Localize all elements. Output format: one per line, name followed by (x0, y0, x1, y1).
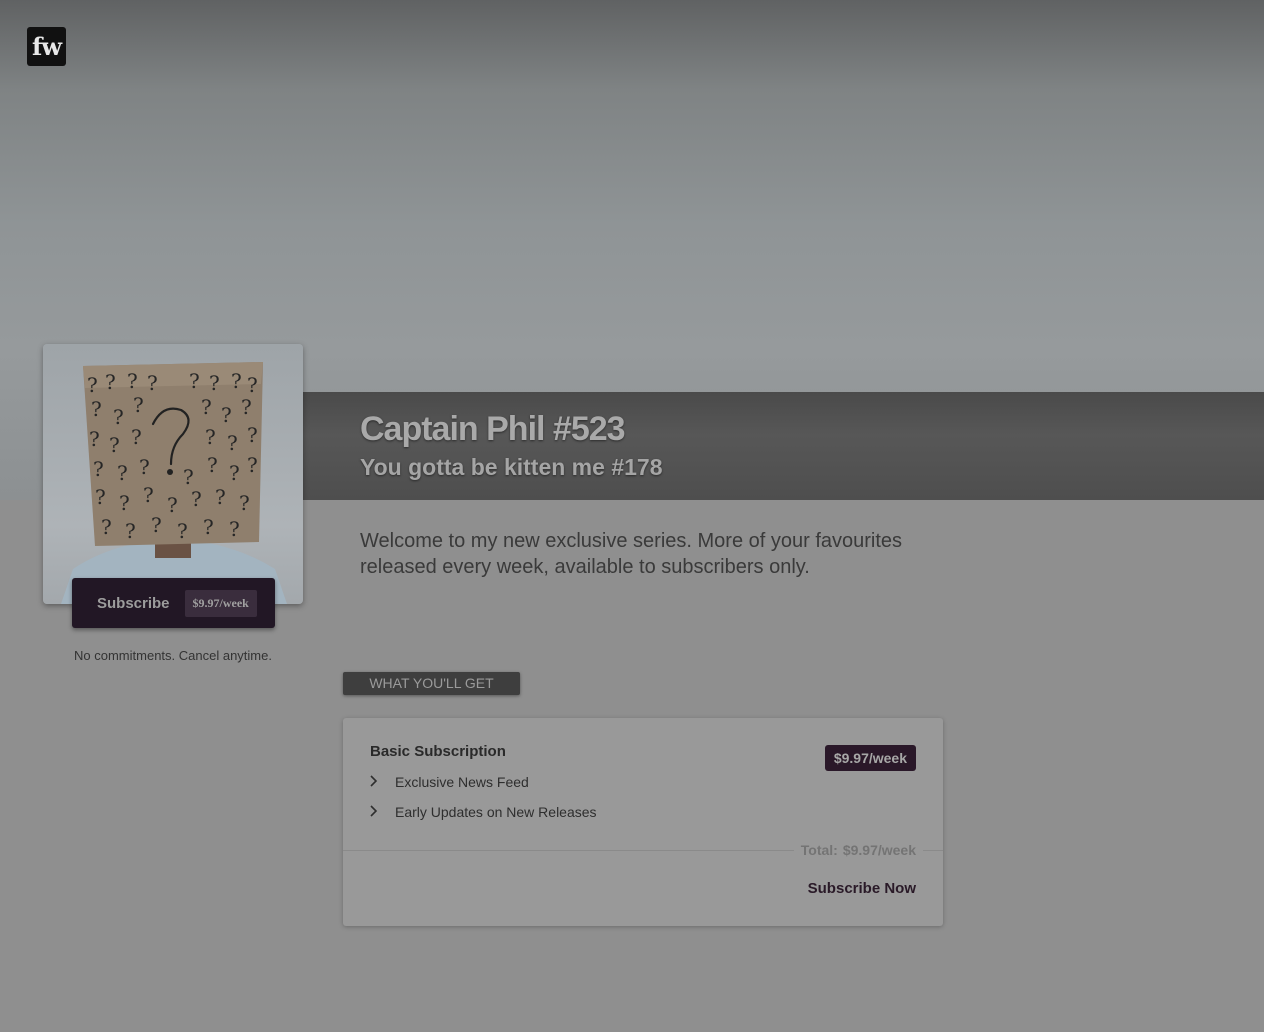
subscription-plan-card: Basic Subscription $9.97/week Exclusive … (343, 718, 943, 926)
welcome-message: Welcome to my new exclusive series. More… (360, 530, 903, 578)
svg-text:?: ? (241, 395, 252, 419)
svg-text:?: ? (105, 370, 116, 394)
no-commitments-note: No commitments. Cancel anytime. (74, 648, 272, 663)
svg-text:?: ? (131, 425, 142, 449)
svg-text:?: ? (91, 397, 102, 421)
subscribe-button[interactable]: Subscribe $9.97/week (72, 578, 275, 628)
plan-total: Total: $9.97/week (793, 842, 923, 858)
svg-text:?: ? (139, 455, 150, 479)
svg-text:?: ? (95, 485, 106, 509)
svg-text:?: ? (239, 491, 250, 515)
svg-text:?: ? (93, 457, 104, 481)
page-title: Captain Phil #523 (360, 410, 626, 448)
chevron-right-icon (370, 774, 395, 790)
subscribe-now-button[interactable]: Subscribe Now (808, 880, 916, 897)
svg-text:?: ? (127, 369, 138, 393)
svg-text:?: ? (119, 491, 130, 515)
total-value: $9.97/week (842, 842, 916, 858)
plan-feature-label: Early Updates on New Releases (395, 804, 597, 820)
svg-text:?: ? (125, 519, 136, 543)
svg-text:?: ? (143, 483, 154, 507)
plan-feature: Early Updates on New Releases (370, 804, 597, 820)
svg-text:?: ? (247, 373, 258, 397)
total-label: Total: (800, 842, 838, 858)
svg-text:?: ? (201, 395, 212, 419)
svg-text:?: ? (215, 485, 226, 509)
page-subtitle: You gotta be kitten me #178 (360, 454, 663, 480)
svg-text:?: ? (113, 405, 124, 429)
svg-text:?: ? (229, 461, 240, 485)
svg-text:?: ? (133, 393, 144, 417)
svg-text:?: ? (109, 433, 120, 457)
svg-text:?: ? (191, 487, 202, 511)
svg-text:?: ? (209, 371, 220, 395)
plan-name: Basic Subscription (370, 743, 506, 760)
svg-text:?: ? (177, 519, 188, 543)
svg-text:?: ? (203, 515, 214, 539)
svg-text:?: ? (189, 369, 200, 393)
subscribe-price-badge: $9.97/week (184, 589, 257, 617)
paper-bag-head-illustration: ??? ??? ?? ??? ??? ??? ??? ??? ???? ??? … (61, 362, 287, 604)
svg-text:?: ? (205, 425, 216, 449)
svg-text:?: ? (247, 423, 258, 447)
svg-text:?: ? (117, 461, 128, 485)
subscribe-button-label: Subscribe (97, 594, 170, 612)
profile-image: ??? ??? ?? ??? ??? ??? ??? ??? ???? ??? … (43, 344, 303, 604)
section-label: WHAT YOU'LL GET (343, 672, 520, 695)
svg-text:?: ? (221, 403, 232, 427)
svg-text:?: ? (87, 373, 98, 397)
plan-feature: Exclusive News Feed (370, 774, 529, 790)
svg-text:?: ? (227, 431, 238, 455)
svg-text:?: ? (229, 517, 240, 541)
svg-text:?: ? (207, 453, 218, 477)
svg-text:?: ? (167, 493, 178, 517)
chevron-right-icon (370, 804, 395, 820)
svg-text:?: ? (247, 453, 258, 477)
svg-text:?: ? (89, 427, 100, 451)
site-logo[interactable]: fw (27, 27, 66, 66)
svg-text:?: ? (183, 465, 194, 489)
svg-text:?: ? (147, 371, 158, 395)
plan-price-badge: $9.97/week (824, 745, 916, 771)
svg-text:?: ? (151, 513, 162, 537)
svg-text:?: ? (101, 515, 112, 539)
svg-text:?: ? (231, 369, 242, 393)
plan-feature-label: Exclusive News Feed (395, 774, 529, 790)
